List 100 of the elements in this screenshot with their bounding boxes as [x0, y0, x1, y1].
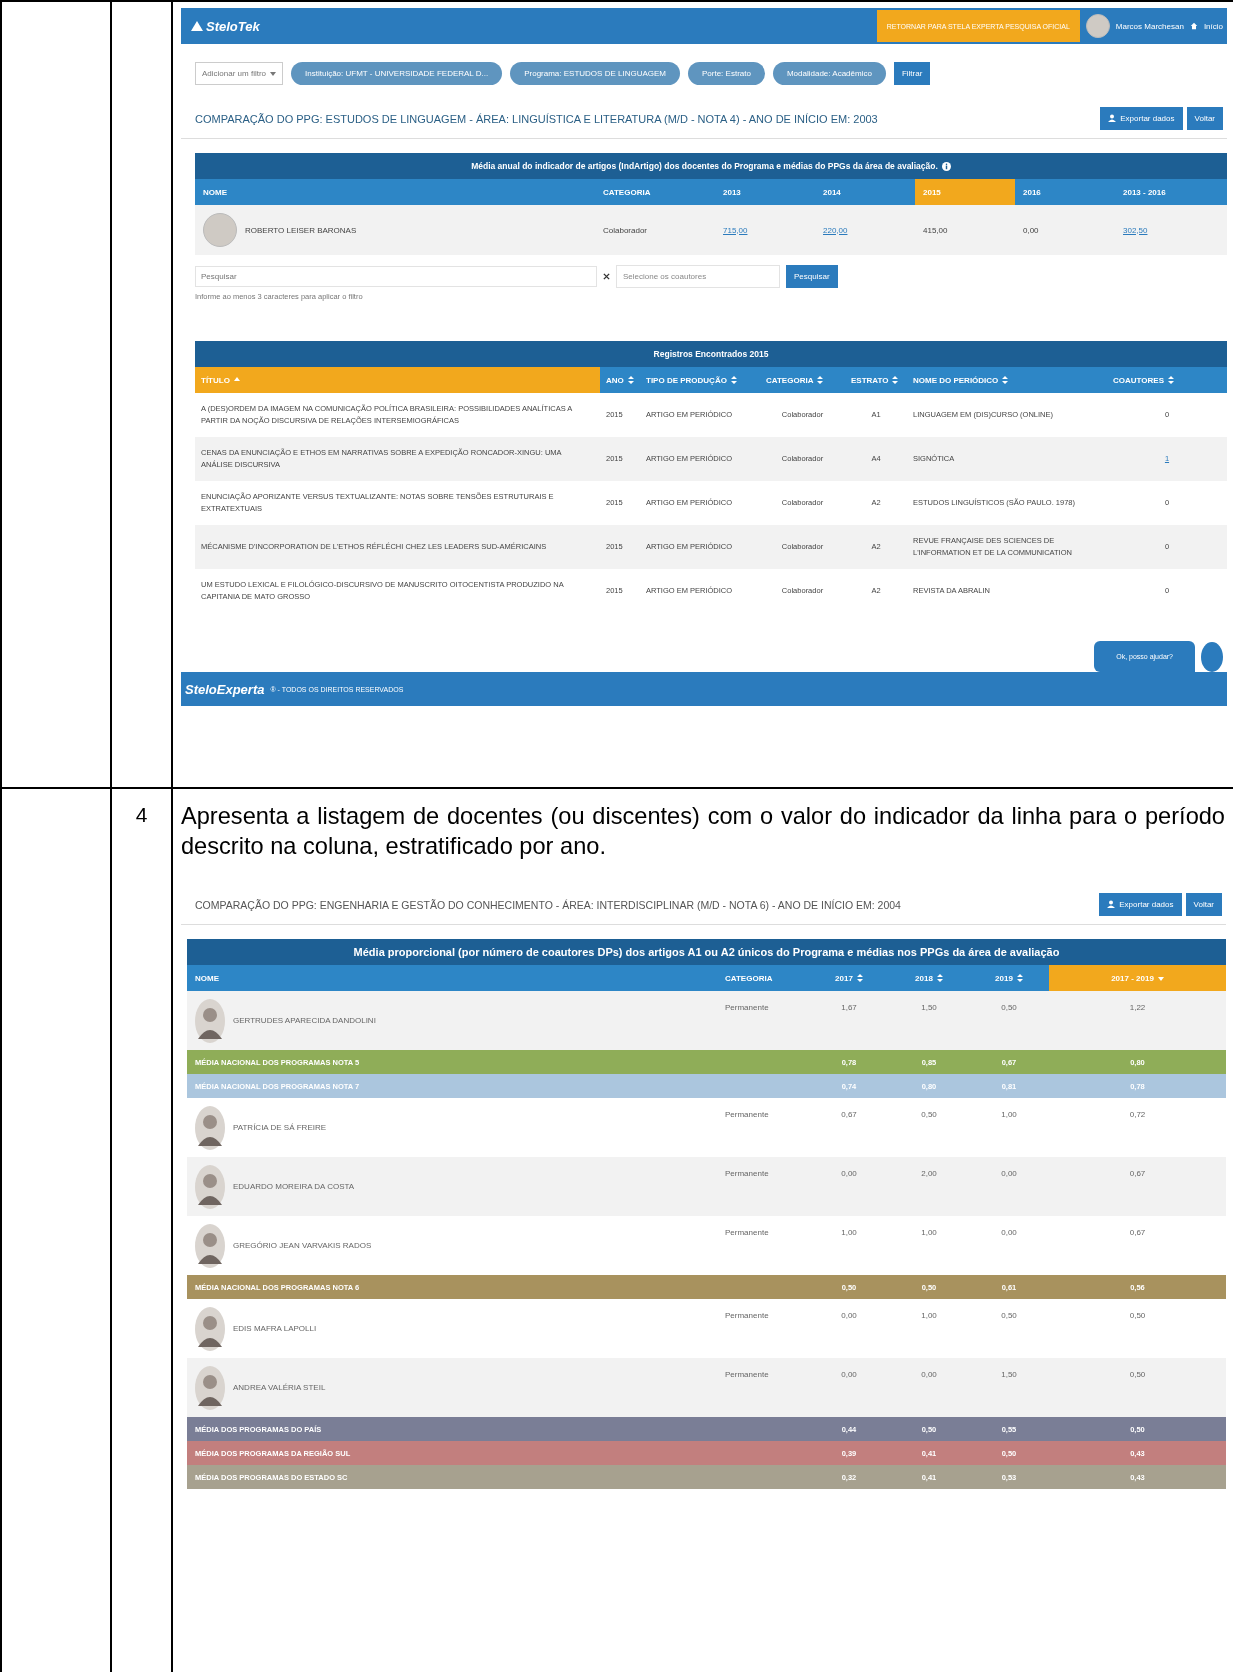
search-button[interactable]: Pesquisar [786, 265, 838, 288]
column-header[interactable]: 2016 [1015, 179, 1115, 205]
filter-chip[interactable]: Programa: ESTUDOS DE LINGUAGEM [510, 62, 680, 85]
app-logo[interactable]: SteloTek [191, 18, 260, 34]
table-cell: 0,72 [1129, 1110, 1146, 1119]
table-cell: 0,50 [1001, 1003, 1017, 1012]
table-cell: Permanente [725, 1110, 769, 1119]
table-cell: 0,00 [841, 1169, 857, 1178]
table-cell: 2,00 [921, 1169, 937, 1178]
table-cell: 1,50 [921, 1003, 937, 1012]
table-cell: Permanente [725, 1370, 769, 1379]
sort-icon [1016, 974, 1023, 982]
close-icon[interactable] [603, 273, 610, 280]
user-icon [1108, 114, 1117, 122]
value-link[interactable]: 715,00 [723, 225, 748, 235]
table-caption: Média proporcional (por número de coautores DPs) dos artigos A1 ou A2 únicos do Programa e médias nos PPGs da área de avaliação [187, 939, 1226, 965]
row-number: 4 [135, 803, 148, 826]
table-cell: 415,00 [923, 225, 948, 235]
column-header[interactable]: 2013 [715, 179, 815, 205]
table-cell: 0,00 [1023, 225, 1039, 235]
sort-icon [1002, 376, 1009, 384]
docent-name: PATRÍCIA DE SÁ FREIRE [233, 1123, 327, 1132]
column-header: CATEGORIA [724, 972, 774, 985]
column-header[interactable]: NOME DO PERIÓDICO [907, 367, 1107, 393]
table-cell: 0,50 [921, 1110, 937, 1119]
coauthor-select[interactable]: Selecione os coautores [616, 265, 780, 288]
filter-button[interactable]: Filtrar [893, 62, 931, 85]
table-cell: 0,00 [921, 1370, 937, 1379]
column-header[interactable]: 2013 - 2016 [1115, 179, 1227, 205]
table-cell: 1,00 [841, 1228, 857, 1237]
sort-icon [1167, 376, 1174, 384]
table-cell: 1,00 [921, 1311, 937, 1320]
column-header[interactable]: TIPO DE PRODUÇÃO [640, 367, 760, 393]
column-header: NOME [194, 972, 220, 985]
table-cell: 0,00 [1001, 1228, 1017, 1237]
person-silhouette-icon [195, 1365, 225, 1410]
sort-icon [892, 376, 899, 384]
info-icon[interactable] [941, 161, 951, 171]
column-header[interactable]: 2019 [969, 965, 1049, 991]
sort-down-icon [1157, 974, 1164, 982]
avatar-placeholder [203, 213, 237, 247]
export-button[interactable]: Exportar dados [1100, 107, 1183, 130]
table-cell: 0,67 [1129, 1169, 1146, 1178]
user-icon [1107, 900, 1116, 908]
logo-triangle-icon [191, 21, 203, 31]
column-header[interactable]: CATEGORIA [595, 179, 715, 205]
caret-icon [270, 72, 277, 76]
description-text: Apresenta a listagem de docentes (ou discentes) com o valor do indicador da linha para o período descrito na coluna, estratificado por ano. [181, 802, 1225, 861]
filter-chip[interactable]: Porte: Estrato [688, 62, 765, 85]
column-header[interactable]: 2015 [915, 179, 1015, 205]
person-silhouette-icon [195, 998, 225, 1043]
column-header[interactable]: 2017 [809, 965, 889, 991]
column-header[interactable]: 2018 [889, 965, 969, 991]
table-cell: 1,67 [841, 1003, 857, 1012]
value-link[interactable]: 220,00 [823, 225, 848, 235]
docent-name: GERTRUDES APARECIDA DANDOLINI [233, 1016, 376, 1025]
column-header[interactable]: 2014 [815, 179, 915, 205]
table-cell: 0,50 [1001, 1311, 1017, 1320]
table-cell: 0,67 [841, 1110, 857, 1119]
user-name[interactable]: Marcos Marchesan [1115, 21, 1184, 31]
table-cell: 0,00 [841, 1311, 857, 1320]
page-title: COMPARAÇÃO DO PPG: ESTUDOS DE LINGUAGEM - ÁREA: LINGUÍSTICA E LITERATURA (M/D - NOTA 4) - ANO DE INÍCIO EM: 2003 [195, 112, 879, 125]
back-button[interactable]: Voltar [1185, 893, 1222, 916]
column-header[interactable]: 2017 - 2019 [1049, 965, 1226, 991]
sort-icon [936, 974, 943, 982]
filter-dropdown[interactable]: Adicionar um filtro [195, 62, 284, 85]
back-button[interactable]: Voltar [1186, 107, 1223, 130]
sort-icon [627, 376, 634, 384]
table-cell: Colaborador [603, 225, 648, 235]
table-cell: 1,00 [1001, 1110, 1017, 1119]
column-header[interactable]: ESTRATO [845, 367, 907, 393]
column-header[interactable]: CATEGORIA [760, 367, 845, 393]
value-link[interactable]: 302,50 [1123, 225, 1148, 235]
table-cell: 0,50 [1129, 1311, 1146, 1320]
nav-link[interactable]: Início [1203, 21, 1223, 31]
sort-icon [856, 974, 863, 982]
person-silhouette-icon [195, 1105, 225, 1150]
page-title: COMPARAÇÃO DO PPG: ENGENHARIA E GESTÃO DO CONHECIMENTO - ÁREA: INTERDISCIPLINAR (M/D - NOTA 6) - ANO DE INÍCIO EM: 2004 [195, 898, 902, 911]
filter-chip[interactable]: Modalidade: Acadêmico [772, 62, 886, 85]
table-cell: Permanente [725, 1311, 769, 1320]
person-silhouette-icon [195, 1223, 225, 1268]
table-cell: 0,67 [1129, 1228, 1146, 1237]
logo-text: SteloTek [206, 18, 260, 34]
table-cell: Permanente [725, 1228, 769, 1237]
column-header[interactable]: ANO [600, 367, 640, 393]
search-field[interactable]: Pesquisar [195, 266, 597, 287]
export-button[interactable]: Exportar dados [1099, 893, 1182, 916]
docent-name: EDUARDO MOREIRA DA COSTA [233, 1182, 355, 1191]
column-header[interactable]: TÍTULO [195, 367, 600, 393]
table-cell: 0,00 [1001, 1169, 1017, 1178]
filter-chip[interactable]: Instituição: UFMT - UNIVERSIDADE FEDERAL D... [291, 62, 503, 85]
column-header[interactable]: NOME [195, 179, 595, 205]
footer-logo: SteloExperta [185, 681, 265, 697]
sort-icon [730, 376, 737, 384]
docent-name: GREGÓRIO JEAN VARVAKIS RADOS [233, 1241, 372, 1250]
sort-up-icon [233, 376, 240, 384]
table-cell: 0,00 [841, 1370, 857, 1379]
column-header[interactable]: COAUTORES [1107, 367, 1227, 393]
person-silhouette-icon [195, 1164, 225, 1209]
chat-icon[interactable] [1201, 641, 1223, 672]
